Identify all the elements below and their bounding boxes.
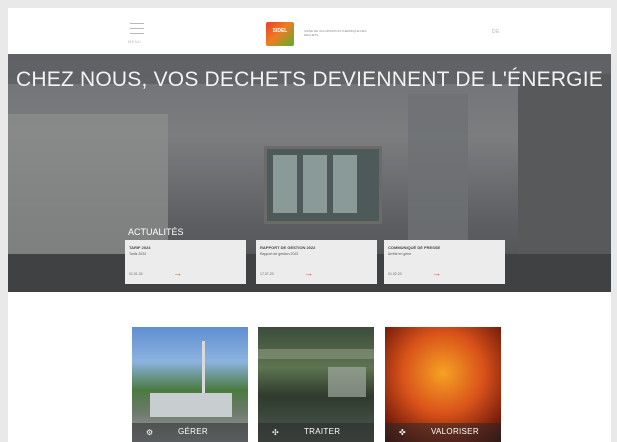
- tile-label: VALORISER: [431, 427, 479, 436]
- tile-label: GÉRER: [178, 427, 208, 436]
- logo-text: SIDEL: [272, 28, 288, 34]
- page-frame: MENU SIDEL USINE DE VALORISATION THERMIQ…: [8, 8, 611, 442]
- news-card-title: COMMUNIQUÉ DE PRESSE: [388, 245, 441, 250]
- hero-title: CHEZ NOUS, VOS DECHETS DEVIENNENT DE L'É…: [16, 68, 603, 91]
- news-card[interactable]: COMMUNIQUÉ DE PRESSE Arrêté en gène 01.0…: [384, 240, 505, 284]
- hero-control-window: [264, 146, 382, 224]
- news-card[interactable]: RAPPORT DE GESTION 2022 Rapport de gesti…: [256, 240, 377, 284]
- news-cards: TARIF 2024 Tarifs 2024 01.01.24 → RAPPOR…: [125, 240, 505, 284]
- building-shape: [150, 393, 232, 417]
- window-pane: [303, 155, 327, 213]
- hamburger-menu-icon[interactable]: [130, 23, 144, 37]
- service-tiles: ⚙ GÉRER ✣ TRAITER ✜ VALORISER: [8, 292, 611, 442]
- crane-beam: [258, 349, 374, 359]
- news-card-title: TARIF 2024: [129, 245, 151, 250]
- tile-label: TRAITER: [304, 427, 341, 436]
- chimney-shape: [202, 341, 205, 395]
- logo-caption: USINE DE VALORISATION THERMIQUE DES DECH…: [304, 29, 367, 37]
- news-card-subtitle: Tarifs 2024: [129, 252, 147, 256]
- window-pane: [273, 155, 297, 213]
- news-card-subtitle: Arrêté en gène: [388, 252, 412, 256]
- menu-label[interactable]: MENU: [128, 39, 141, 44]
- recycle-icon: ✜: [399, 428, 406, 437]
- hero-banner: CHEZ NOUS, VOS DECHETS DEVIENNENT DE L'É…: [8, 54, 611, 292]
- news-heading: ACTUALITÉS: [128, 227, 184, 237]
- window-pane: [333, 155, 357, 213]
- news-card-date: 01.02.23: [388, 272, 402, 276]
- tile-gerer[interactable]: ⚙ GÉRER: [132, 327, 248, 442]
- gear-icon: ⚙: [146, 428, 154, 437]
- site-logo[interactable]: SIDEL: [266, 22, 294, 46]
- flow-icon: ✣: [272, 428, 279, 437]
- site-header: MENU SIDEL USINE DE VALORISATION THERMIQ…: [8, 8, 611, 54]
- news-card-title: RAPPORT DE GESTION 2022: [260, 245, 316, 250]
- news-card-subtitle: Rapport de gestion 2022: [260, 252, 299, 256]
- news-card-date: 01.01.24: [129, 272, 143, 276]
- language-switch[interactable]: DE: [492, 29, 500, 35]
- news-card-date: 17.07.23: [260, 272, 274, 276]
- arrow-right-icon[interactable]: →: [304, 268, 313, 278]
- tile-traiter[interactable]: ✣ TRAITER: [258, 327, 374, 442]
- arrow-right-icon[interactable]: →: [432, 268, 441, 278]
- arrow-right-icon[interactable]: →: [173, 268, 182, 278]
- tile-valoriser[interactable]: ✜ VALORISER: [385, 327, 501, 442]
- news-card[interactable]: TARIF 2024 Tarifs 2024 01.01.24 →: [125, 240, 246, 284]
- machine-shape: [328, 367, 366, 397]
